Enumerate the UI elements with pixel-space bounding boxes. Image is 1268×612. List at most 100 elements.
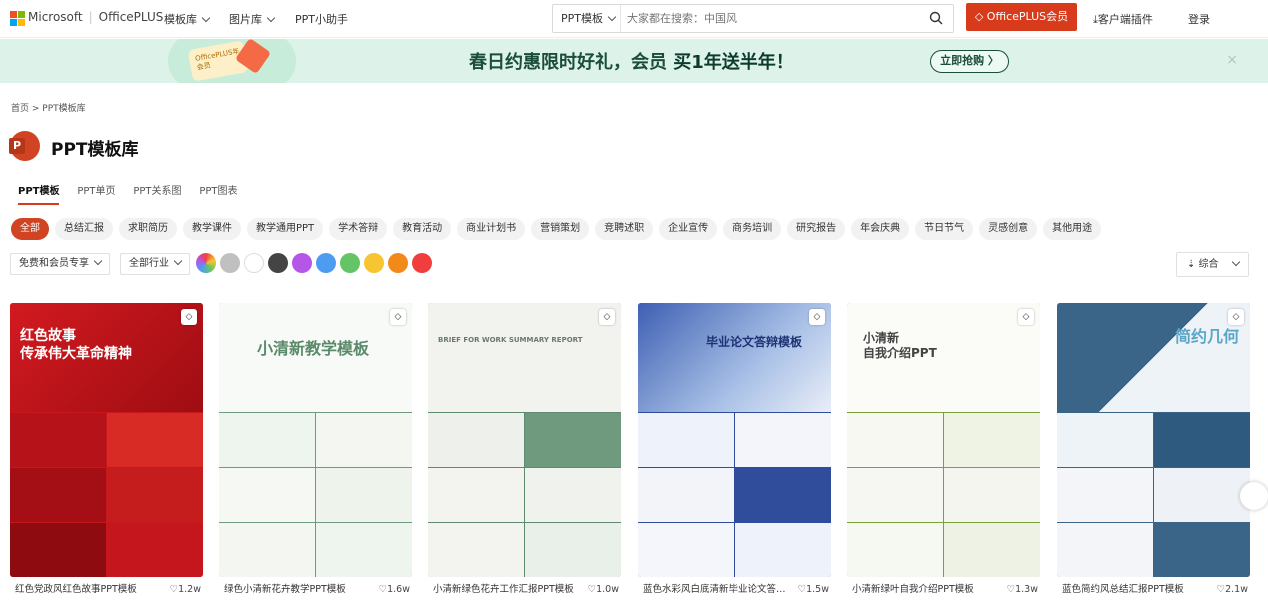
template-thumbnail[interactable]: 小清新教学模板 ◇: [219, 303, 412, 577]
color-swatch[interactable]: [220, 253, 240, 273]
industry-filter-dropdown[interactable]: 全部行业: [120, 253, 190, 275]
breadcrumb[interactable]: 首页 > PPT模板库: [11, 101, 86, 114]
color-swatch[interactable]: [196, 253, 216, 273]
template-name[interactable]: 小清新绿色花卉工作汇报PPT模板: [433, 579, 583, 601]
color-swatch[interactable]: [340, 253, 360, 273]
category-chip[interactable]: 教学课件: [183, 218, 241, 240]
template-name[interactable]: 蓝色简约风总结汇报PPT模板: [1062, 579, 1212, 601]
template-card[interactable]: BRIEF FOR WORK SUMMARY REPORT ◇ 小清新绿色花卉工…: [428, 303, 621, 599]
vip-diamond-icon: ◇: [599, 309, 615, 325]
template-card[interactable]: 小清新教学模板 ◇ 绿色小清新花卉教学PPT模板 ♡1.6w: [219, 303, 412, 599]
search-input[interactable]: [627, 9, 917, 28]
search-type-select[interactable]: PPT模板: [553, 5, 621, 32]
category-chip[interactable]: 其他用途: [1043, 218, 1102, 240]
like-count[interactable]: ♡1.2w: [170, 579, 201, 601]
chevron-down-icon: [93, 256, 103, 266]
member-filter-dropdown[interactable]: 免费和会员专享: [10, 253, 110, 275]
like-count[interactable]: ♡1.6w: [379, 579, 410, 601]
cover-title: 小清新 自我介绍PPT: [863, 331, 937, 360]
brand[interactable]: Microsoft | OfficePLUS: [28, 10, 163, 24]
slide-preview: [735, 523, 831, 577]
vip-member-button[interactable]: ◇ OfficePLUS会员: [966, 3, 1077, 31]
chevron-down-icon: [173, 256, 183, 266]
tab-ppt-single-page[interactable]: PPT单页: [77, 182, 115, 203]
category-chip[interactable]: 节日节气: [915, 218, 974, 240]
template-card[interactable]: 小清新 自我介绍PPT ◇ 小清新绿叶自我介绍PPT模板 ♡1.3w: [847, 303, 1040, 599]
category-chip[interactable]: 总结汇报: [55, 218, 113, 240]
template-thumbnail[interactable]: 简约几何 ◇: [1057, 303, 1250, 577]
close-icon[interactable]: ×: [1226, 52, 1238, 68]
slide-preview: [107, 523, 203, 577]
tab-ppt-diagram[interactable]: PPT关系图: [133, 182, 181, 203]
promo-banner[interactable]: OfficePLUS年会员 春日约惠限时好礼，会员 买1年送半年！ 立即抢购 〉…: [0, 39, 1268, 83]
color-swatch[interactable]: [316, 253, 336, 273]
login-link[interactable]: 登录: [1188, 11, 1210, 27]
template-card[interactable]: 毕业论文答辩模板 ◇ 蓝色水彩风白底清新毕业论文答… ♡1.5w: [638, 303, 831, 599]
slide-preview: [638, 468, 734, 522]
category-chip[interactable]: 教育活动: [393, 218, 452, 240]
nav-ppt-assistant[interactable]: PPT小助手: [295, 11, 348, 27]
nav-image-library[interactable]: 图片库: [229, 11, 276, 27]
buy-now-button[interactable]: 立即抢购 〉: [930, 50, 1009, 73]
color-swatch[interactable]: [388, 253, 408, 273]
category-chip[interactable]: 营销策划: [531, 218, 590, 240]
slide-preview: [1057, 413, 1153, 467]
like-count[interactable]: ♡2.1w: [1217, 579, 1248, 601]
category-chip[interactable]: 年会庆典: [851, 218, 910, 240]
cover-slide: [1057, 303, 1250, 412]
sort-dropdown[interactable]: ⇣ 综合: [1176, 252, 1249, 277]
client-plugin-link[interactable]: ⤓客户端插件: [1093, 11, 1153, 27]
template-thumbnail[interactable]: 红色故事 传承伟大革命精神 ◇: [10, 303, 203, 577]
cover-slide: [428, 303, 621, 412]
color-swatch[interactable]: [292, 253, 312, 273]
brand-microsoft: Microsoft: [28, 10, 83, 24]
customer-service-icon[interactable]: [1240, 482, 1268, 510]
search-icon[interactable]: [929, 11, 943, 25]
category-filters: 全部 总结汇报 求职简历 教学课件 教学通用PPT 学术答辩 教育活动 商业计划书 营销策划 竞聘…: [11, 218, 1107, 240]
category-chip[interactable]: 灵感创意: [979, 218, 1038, 240]
color-swatch[interactable]: [268, 253, 288, 273]
chevron-down-icon: [1231, 257, 1240, 267]
template-thumbnail[interactable]: BRIEF FOR WORK SUMMARY REPORT ◇: [428, 303, 621, 577]
slide-preview: [735, 413, 831, 467]
template-card[interactable]: 红色故事 传承伟大革命精神 ◇ 红色党政风红色故事PPT模板 ♡1.2w: [10, 303, 203, 599]
template-name[interactable]: 红色党政风红色故事PPT模板: [15, 579, 165, 601]
template-thumbnail[interactable]: 毕业论文答辩模板 ◇: [638, 303, 831, 577]
template-tabs: PPT模板 PPT单页 PPT关系图 PPT图表: [18, 182, 251, 206]
template-name[interactable]: 蓝色水彩风白底清新毕业论文答…: [643, 579, 793, 601]
like-count[interactable]: ♡1.0w: [588, 579, 619, 601]
slide-preview: [944, 468, 1040, 522]
template-name[interactable]: 绿色小清新花卉教学PPT模板: [224, 579, 374, 601]
slide-preview: [525, 523, 621, 577]
category-chip[interactable]: 教学通用PPT: [247, 218, 324, 240]
color-filters: [196, 253, 436, 273]
like-count[interactable]: ♡1.5w: [798, 579, 829, 601]
template-card[interactable]: 简约几何 ◇ 蓝色简约风总结汇报PPT模板 ♡2.1w: [1057, 303, 1250, 599]
category-chip[interactable]: 商务培训: [723, 218, 782, 240]
template-thumbnail[interactable]: 小清新 自我介绍PPT ◇: [847, 303, 1040, 577]
microsoft-logo-icon[interactable]: [10, 11, 25, 26]
category-chip[interactable]: 学术答辩: [329, 218, 388, 240]
category-chip[interactable]: 求职简历: [119, 218, 177, 240]
category-chip[interactable]: 企业宣传: [659, 218, 718, 240]
slide-preview: [10, 468, 106, 522]
slide-preview: [525, 468, 621, 522]
category-chip[interactable]: 竞聘述职: [595, 218, 654, 240]
tab-ppt-template[interactable]: PPT模板: [18, 182, 60, 205]
page-title: PPT模板库: [51, 140, 139, 160]
nav-template-library[interactable]: 模板库: [164, 11, 211, 27]
slide-preview: [1154, 523, 1250, 577]
tab-ppt-chart[interactable]: PPT图表: [199, 182, 237, 203]
like-icon: ♡: [169, 584, 179, 595]
category-chip[interactable]: 全部: [11, 218, 49, 240]
like-count[interactable]: ♡1.3w: [1007, 579, 1038, 601]
cover-title: 红色故事 传承伟大革命精神: [20, 328, 132, 362]
like-icon: ♡: [1216, 584, 1226, 595]
category-chip[interactable]: 商业计划书: [457, 218, 526, 240]
slide-preview: [847, 413, 943, 467]
category-chip[interactable]: 研究报告: [787, 218, 846, 240]
color-swatch[interactable]: [364, 253, 384, 273]
color-swatch[interactable]: [412, 253, 432, 273]
template-name[interactable]: 小清新绿叶自我介绍PPT模板: [852, 579, 1002, 601]
color-swatch[interactable]: [244, 253, 264, 273]
